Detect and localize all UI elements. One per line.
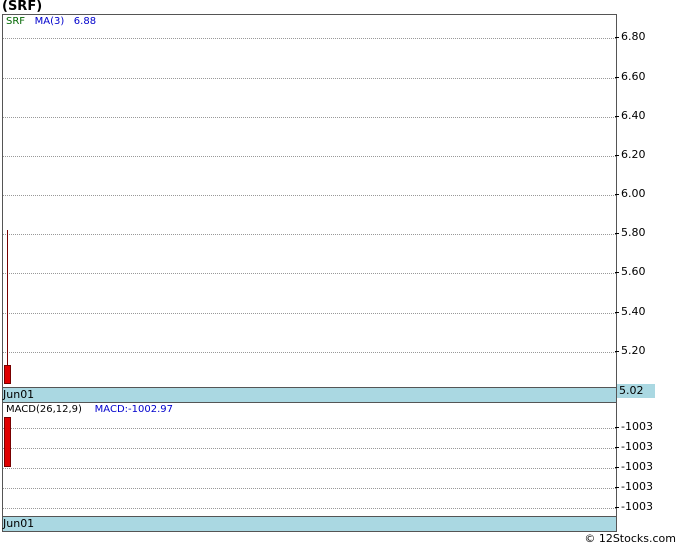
last-price-marker: 5.02 (617, 384, 655, 398)
macd-legend-value: MACD:-1002.97 (94, 404, 173, 415)
macd-bar (4, 417, 11, 467)
macd-ytick (615, 467, 619, 468)
macd-gridline (3, 448, 616, 449)
price-ytick-label: 6.00 (621, 187, 646, 200)
price-gridline (3, 38, 616, 39)
price-gridline (3, 117, 616, 118)
macd-legend: MACD(26,12,9) MACD:-1002.97 (6, 404, 173, 415)
price-ytick (615, 77, 619, 78)
macd-date-label: Jun01 (3, 517, 35, 530)
price-gridline (3, 156, 616, 157)
macd-ytick-label: -1003 (621, 420, 653, 433)
macd-panel: MACD(26,12,9) MACD:-1002.97 Jun01 (2, 402, 617, 532)
price-ytick (615, 312, 619, 313)
price-ytick (615, 233, 619, 234)
macd-ytick-label: -1003 (621, 480, 653, 493)
macd-ytick-label: -1003 (621, 440, 653, 453)
legend-ma-label: MA(3) (34, 16, 65, 27)
price-ytick-label: 5.20 (621, 344, 646, 357)
candle-body (4, 365, 11, 384)
macd-legend-label: MACD(26,12,9) (6, 404, 82, 415)
price-ytick (615, 194, 619, 195)
price-ytick (615, 351, 619, 352)
price-ytick-label: 6.20 (621, 148, 646, 161)
chart-title: (SRF) (2, 0, 43, 14)
macd-ytick (615, 487, 619, 488)
macd-ytick (615, 507, 619, 508)
price-panel: SRF MA(3) 6.88 Jun01 (2, 14, 617, 403)
macd-ytick-label: -1003 (621, 500, 653, 513)
macd-gridline (3, 508, 616, 509)
price-gridline (3, 313, 616, 314)
price-gridline (3, 78, 616, 79)
copyright-footer: © 12Stocks.com (584, 532, 676, 545)
price-legend: SRF MA(3) 6.88 (6, 16, 96, 27)
macd-ytick (615, 427, 619, 428)
macd-gridline (3, 428, 616, 429)
price-ytick-label: 5.40 (621, 305, 646, 318)
price-ytick-label: 5.60 (621, 265, 646, 278)
macd-gridline (3, 488, 616, 489)
candle-wick (7, 230, 8, 365)
price-gridline (3, 195, 616, 196)
price-ytick-label: 6.80 (621, 30, 646, 43)
price-date-label: Jun01 (3, 388, 35, 401)
macd-date-axis: Jun01 (2, 516, 617, 532)
price-ytick (615, 272, 619, 273)
price-date-axis: Jun01 (2, 387, 617, 403)
macd-gridline (3, 468, 616, 469)
macd-ytick-label: -1003 (621, 460, 653, 473)
price-ytick (615, 155, 619, 156)
macd-ytick (615, 447, 619, 448)
price-gridline (3, 234, 616, 235)
price-ytick-label: 5.80 (621, 226, 646, 239)
price-ytick-label: 6.60 (621, 70, 646, 83)
legend-symbol: SRF (6, 16, 26, 27)
price-ytick (615, 37, 619, 38)
price-gridline (3, 352, 616, 353)
price-ytick-label: 6.40 (621, 109, 646, 122)
price-gridline (3, 273, 616, 274)
price-ytick (615, 116, 619, 117)
legend-ma-value: 6.88 (73, 16, 97, 27)
